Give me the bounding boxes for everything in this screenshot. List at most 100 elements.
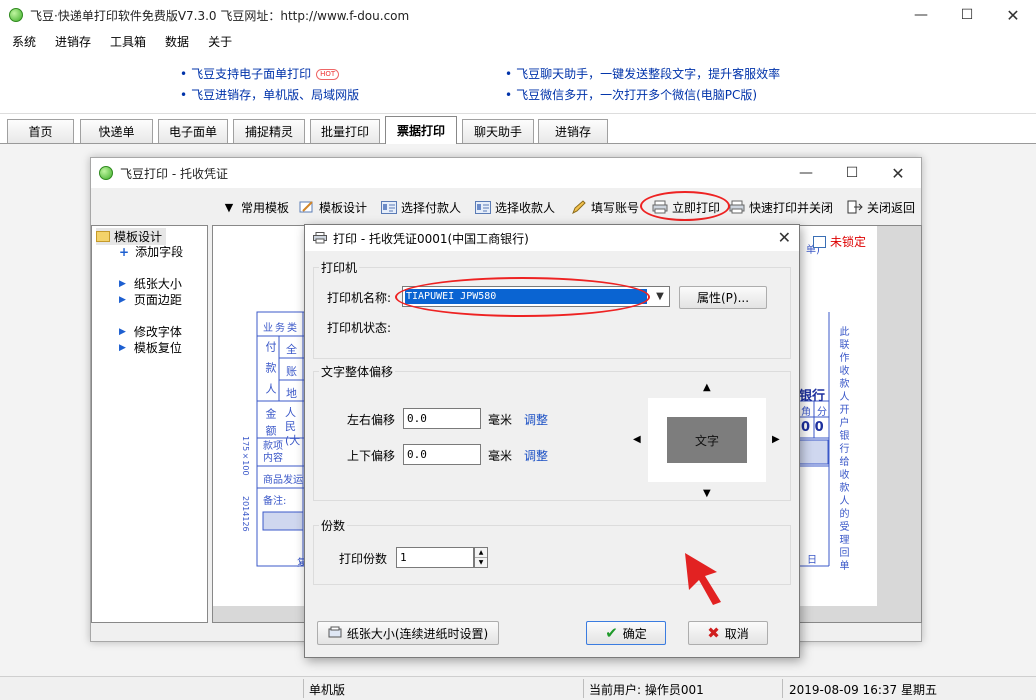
close-return-button[interactable]: 关闭返回 [847,196,915,218]
form-label-di: 地 [286,387,297,400]
triangle-right-icon: ▶ [119,342,126,353]
printer-status-label: 打印机状态: [327,321,392,335]
offset-group-label: 文字整体偏移 [319,363,396,380]
tree-item-paper-size[interactable]: ▶ 纸张大小 [119,275,182,292]
spin-up-icon[interactable]: ▲ [475,548,487,558]
printer-group-label: 打印机 [319,259,360,276]
fill-account-button[interactable]: 填写账号 [571,196,639,218]
cancel-button[interactable]: ✖ 取消 [688,621,768,645]
common-template-button[interactable]: ▼ 常用模板 [221,196,289,218]
menu-about[interactable]: 关于 [196,33,239,50]
tab-capture[interactable]: 捕捉精灵 [233,119,305,143]
form-size-code: 175×100 [241,436,250,476]
copies-label: 打印份数 [339,552,388,566]
tab-batch-print[interactable]: 批量打印 [310,119,380,143]
form-label-payer: 付款人 [264,341,277,404]
banner-link-chat-helper[interactable]: • 飞豆聊天助手，一键发送整段文字，提升客服效率 [505,65,780,82]
select-payee-button[interactable]: 选择收款人 [475,196,555,218]
printer-icon [313,232,327,244]
dialog-close-button[interactable]: ✕ [778,228,791,247]
status-edition: 单机版 [309,683,346,697]
chevron-down-icon[interactable]: ▼ [651,287,669,306]
tab-home[interactable]: 首页 [7,119,74,143]
calendar-checkbox-icon [813,235,826,248]
printer-icon [729,200,745,214]
triangle-right-icon: ▶ [119,294,126,305]
banner-link-wechat-multi[interactable]: • 飞豆微信多开，一次打开多个微信(电脑PC版) [505,86,757,103]
offset-down-arrow-icon[interactable]: ▼ [703,488,711,499]
menu-system[interactable]: 系统 [0,33,43,50]
copies-spinner[interactable]: ▲ ▼ [474,547,488,568]
id-card-icon [475,200,491,214]
form-label-goods-shipping: 商品发运 [263,475,303,486]
promo-banner: • 飞豆支持电子面单打印 HOT • 飞豆进销存，单机版、局域网版 • 飞豆聊天助手，一… [0,52,1036,114]
banner-link-eorder[interactable]: • 飞豆支持电子面单打印 HOT [180,65,340,82]
tree-item-template-reset[interactable]: ▶ 模板复位 [119,339,182,356]
close-button[interactable]: ✕ [990,0,1036,30]
form-label-fen: 分 [817,407,827,418]
triangle-right-icon: ▶ [119,326,126,337]
h-offset-label: 左右偏移 [347,413,396,427]
dialog-titlebar: 打印 - 托收凭证0001(中国工商银行) ✕ [305,225,799,251]
tab-chat-helper[interactable]: 聊天助手 [462,119,534,143]
copies-group-label: 份数 [319,517,348,534]
main-titlebar: 飞豆·快递单打印软件免费版V7.3.0 飞豆网址：http://www.f-do… [0,0,1036,30]
spin-down-icon[interactable]: ▼ [475,558,487,567]
offset-left-arrow-icon[interactable]: ◀ [633,434,641,445]
pencil-icon [571,200,587,214]
annotation-arrow [685,553,721,605]
paper-size-button[interactable]: 纸张大小(连续进纸时设置) [317,621,499,645]
offset-right-arrow-icon[interactable]: ▶ [772,434,780,445]
lock-toggle[interactable]: 未锁定 [813,233,866,250]
checkmark-icon: ✔ [605,624,618,642]
v-offset-input[interactable]: 0.0 [403,444,481,465]
form-label-payment-content: 款项内容 [263,441,283,464]
tab-e-waybill[interactable]: 电子面单 [158,119,228,143]
banner-link-inventory[interactable]: • 飞豆进销存，单机版、局域网版 [180,86,359,103]
h-offset-unit: 毫米 [488,413,513,427]
tree-item-page-margin[interactable]: ▶ 页面边距 [119,291,182,308]
menu-bar: 系统 进销存 工具箱 数据 关于 [0,30,1036,52]
h-offset-adjust-link[interactable]: 调整 [524,411,548,428]
menu-inventory[interactable]: 进销存 [43,33,98,50]
v-offset-unit: 毫米 [488,449,513,463]
child-toolbar: ▼ 常用模板 模板设计 选择付款人 选择收款人 填写账号 立即打印 快速打印并关闭… [91,192,921,220]
offset-preview-text-box: 文字 [667,417,747,463]
status-user: 当前用户: 操作员001 [589,683,704,697]
menu-data[interactable]: 数据 [153,33,196,50]
child-title: 飞豆打印 - 托收凭证 [120,166,228,181]
design-pencil-icon [299,200,315,214]
exit-door-icon [847,200,863,214]
form-label-amount: 金额 [264,408,277,442]
tab-express[interactable]: 快递单 [80,119,153,143]
v-offset-adjust-link[interactable]: 调整 [524,447,548,464]
menu-toolbox[interactable]: 工具箱 [98,33,153,50]
copies-input[interactable]: 1 [396,547,474,568]
child-maximize-button[interactable]: ☐ [829,158,875,188]
ok-button[interactable]: ✔ 确定 [586,621,666,645]
quick-print-close-button[interactable]: 快速打印并关闭 [729,196,833,218]
template-design-button[interactable]: 模板设计 [299,196,367,218]
window-controls: — ☐ ✕ [898,0,1036,30]
tree-item-modify-font[interactable]: ▶ 修改字体 [119,323,182,340]
tree-item-add-field[interactable]: + 添加字段 [119,243,183,260]
h-offset-input[interactable]: 0.0 [403,408,481,429]
form-label-day: 日 [807,555,817,566]
printer-properties-button[interactable]: 属性(P)... [679,286,767,309]
plus-icon: + [119,244,130,259]
offset-up-arrow-icon[interactable]: ▲ [703,382,711,393]
annotation-oval-printer-name [395,277,650,317]
tab-inventory[interactable]: 进销存 [538,119,608,143]
app-logo-icon [9,8,23,22]
form-label-jiao: 角 [801,407,811,418]
select-payer-button[interactable]: 选择付款人 [381,196,461,218]
minimize-button[interactable]: — [898,0,944,30]
child-close-button[interactable]: ✕ [875,158,921,188]
maximize-button[interactable]: ☐ [944,0,990,30]
form-side-note: 此联作收款人开户银行给收款人的受理回单 [837,326,848,573]
paper-size-icon [328,626,342,638]
triangle-right-icon: ▶ [119,278,126,289]
tab-bill-print[interactable]: 票据打印 [385,116,457,144]
child-minimize-button[interactable]: — [783,158,829,188]
form-label-remark: 备注: [263,496,287,507]
